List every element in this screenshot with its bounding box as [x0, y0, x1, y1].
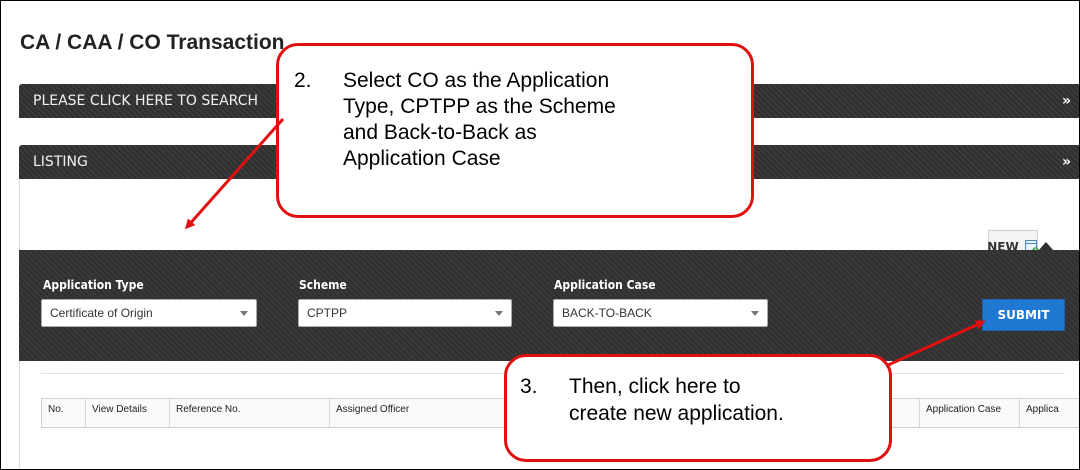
callout-line: create new application.: [569, 402, 784, 425]
double-chevron-down-icon: »: [1061, 154, 1071, 170]
callout-line: Application Case: [343, 147, 501, 170]
dropdown-arrow-icon: [751, 311, 759, 316]
search-bar-label: PLEASE CLICK HERE TO SEARCH: [33, 93, 259, 109]
application-case-select[interactable]: BACK-TO-BACK: [553, 299, 768, 327]
application-type-select[interactable]: Certificate of Origin: [41, 299, 257, 327]
listing-bar-label: LISTING: [33, 154, 88, 170]
application-type-value: Certificate of Origin: [50, 306, 153, 320]
submit-button[interactable]: SUBMIT: [982, 299, 1065, 331]
window-frame: CA / CAA / CO Transaction PLEASE CLICK H…: [0, 0, 1080, 470]
column-header[interactable]: Application Case: [920, 399, 1020, 427]
scheme-label: Scheme: [299, 278, 347, 292]
application-case-value: BACK-TO-BACK: [562, 306, 652, 320]
dropdown-arrow-icon: [495, 311, 503, 316]
double-chevron-down-icon: »: [1061, 93, 1071, 109]
callout-line: and Back-to-Back as: [343, 121, 537, 144]
column-header[interactable]: Reference No.: [170, 399, 330, 427]
scheme-select[interactable]: CPTPP: [298, 299, 512, 327]
callout-number: 2.: [294, 69, 312, 92]
application-type-label: Application Type: [43, 278, 144, 292]
callout-line: Type, CPTPP as the Scheme: [343, 95, 616, 118]
dropdown-arrow-icon: [240, 311, 248, 316]
callout-line: Then, click here to: [569, 375, 741, 398]
callout-step-3: 3. Then, click here to create new applic…: [504, 354, 892, 462]
application-case-label: Application Case: [554, 278, 656, 292]
scheme-value: CPTPP: [307, 306, 348, 320]
callout-line: Select CO as the Application: [343, 69, 610, 92]
column-header[interactable]: Applica: [1020, 399, 1079, 427]
callout-number: 3.: [520, 375, 538, 398]
column-header[interactable]: No.: [42, 399, 86, 427]
page-title: CA / CAA / CO Transaction: [20, 31, 285, 54]
callout-step-2: 2. Select CO as the Application Type, CP…: [276, 43, 754, 218]
column-header[interactable]: View Details: [86, 399, 170, 427]
